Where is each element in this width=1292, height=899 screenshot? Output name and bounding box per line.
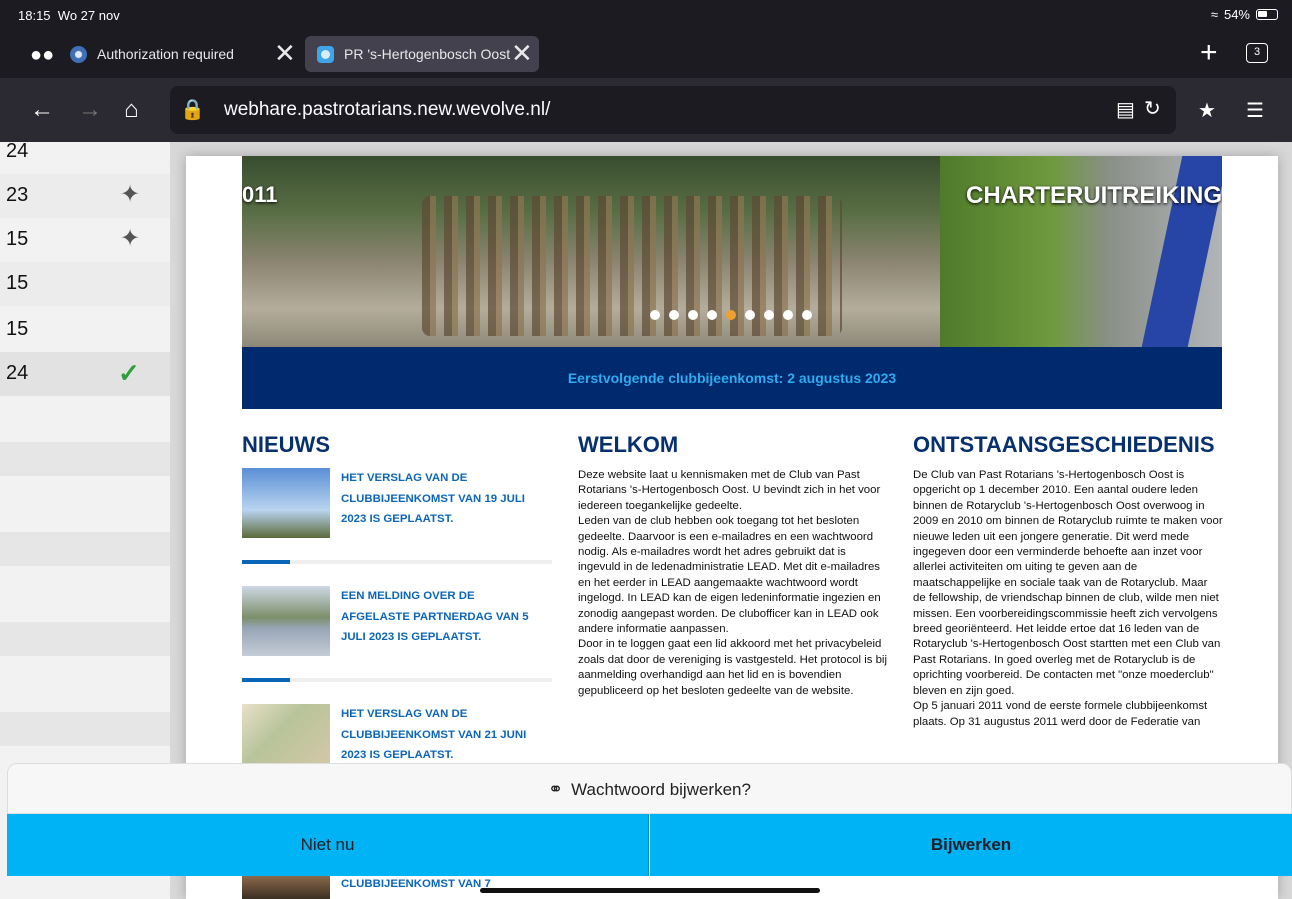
slider-dot[interactable] xyxy=(783,310,793,320)
not-now-button[interactable]: Niet nu xyxy=(7,814,649,876)
history-heading: ONTSTAANSGESCHIEDENIS xyxy=(913,432,1215,457)
news-thumbnail[interactable] xyxy=(242,586,330,656)
row-number: 15 xyxy=(6,318,29,340)
home-icon[interactable]: ⌂ xyxy=(124,96,139,124)
hero-caption-left: 011 xyxy=(242,182,278,207)
news-thumbnail[interactable] xyxy=(242,876,330,899)
close-tab-icon[interactable]: ✕ xyxy=(511,40,533,66)
status-bar: 18:15 Wo 27 nov ≈ 54% xyxy=(0,0,1292,30)
home-indicator[interactable] xyxy=(480,888,820,893)
welcome-heading: WELKOM xyxy=(578,432,679,457)
list-item[interactable]: 24 xyxy=(0,130,170,174)
news-item[interactable]: HET VERSLAG VAN DE CLUBBIJEENKOMST VAN 1… xyxy=(242,468,552,564)
news-title-link[interactable]: HET VERSLAG VAN DE CLUBBIJEENKOMST VAN 2… xyxy=(341,704,546,766)
list-item[interactable]: 15 xyxy=(0,308,170,352)
tab-strip: ●● Authorization required ✕ PR 's-Hertog… xyxy=(0,30,1292,78)
news-title-link[interactable]: EEN MELDING OVER DE AFGELASTE PARTNERDAG… xyxy=(341,586,546,648)
battery-percent: 54% xyxy=(1223,7,1250,22)
key-icon: ⚭ xyxy=(548,779,564,799)
row-number: 23 xyxy=(6,184,29,206)
tab-rotary[interactable]: PR 's-Hertogenbosch Oost ✕ xyxy=(305,36,539,72)
pin-icon[interactable]: ✦ xyxy=(120,180,140,209)
empty-row xyxy=(0,442,170,476)
slider-dot[interactable] xyxy=(669,310,679,320)
tab-count-button[interactable]: 3 xyxy=(1246,43,1268,63)
news-item[interactable]: EEN MELDING OVER DE AFGELASTE PARTNERDAG… xyxy=(242,586,552,682)
close-tab-icon[interactable]: ✕ xyxy=(274,40,296,66)
row-number: 24 xyxy=(6,362,29,384)
news-title-link[interactable]: HET VERSLAG VAN DE CLUBBIJEENKOMST VAN 1… xyxy=(341,468,546,530)
hero-slider[interactable]: 011 CHARTERUITREIKING xyxy=(242,156,1222,347)
menu-icon[interactable]: ☰ xyxy=(1246,98,1264,123)
welcome-paragraph: Door in te loggen gaat een lid akkoord m… xyxy=(578,638,887,697)
wifi-icon: ≈ xyxy=(1210,7,1218,22)
url-bar[interactable]: 🔒 webhare.pastrotarians.new.wevolve.nl/ … xyxy=(170,86,1176,134)
tab-label: Authorization required xyxy=(97,46,234,62)
row-number: 24 xyxy=(6,140,29,162)
history-paragraph: De Club van Past Rotarians 's-Hertogenbo… xyxy=(913,469,1223,697)
browser-toolbar: ← → ⌂ 🔒 webhare.pastrotarians.new.wevolv… xyxy=(0,78,1292,142)
row-number: 15 xyxy=(6,272,29,294)
tab-authorization[interactable]: Authorization required ✕ xyxy=(70,36,300,72)
password-prompt: ⚭ Wachtwoord bijwerken? xyxy=(7,763,1292,814)
slider-dot[interactable] xyxy=(802,310,812,320)
new-tab-icon[interactable]: + xyxy=(1200,36,1218,70)
slider-dot[interactable] xyxy=(745,310,755,320)
battery-icon xyxy=(1256,9,1278,20)
lock-icon[interactable]: 🔒 xyxy=(180,97,205,122)
welcome-column: WELKOM Deze website laat u kennismaken m… xyxy=(578,432,888,699)
list-item[interactable]: 24 ✓ xyxy=(0,352,170,396)
tab-favicon-icon xyxy=(70,45,87,63)
row-number: 15 xyxy=(6,228,29,250)
status-time: 18:15 Wo 27 nov xyxy=(18,8,120,23)
bookmark-star-icon[interactable]: ★ xyxy=(1198,98,1216,123)
next-meeting-banner: Eerstvolgende clubbijeenkomst: 2 augustu… xyxy=(242,347,1222,409)
list-item[interactable]: 15 ✦ xyxy=(0,218,170,262)
slider-dot[interactable] xyxy=(764,310,774,320)
empty-row xyxy=(0,622,170,656)
slider-dot[interactable] xyxy=(650,310,660,320)
update-button[interactable]: Bijwerken xyxy=(650,814,1292,876)
url-text[interactable]: webhare.pastrotarians.new.wevolve.nl/ xyxy=(224,99,550,121)
slider-dots xyxy=(650,310,812,320)
reader-mode-icon[interactable]: ▤ xyxy=(1116,97,1135,122)
news-thumbnail[interactable] xyxy=(242,468,330,538)
forward-arrow-icon[interactable]: → xyxy=(78,96,102,124)
history-column: ONTSTAANSGESCHIEDENIS De Club van Past R… xyxy=(913,432,1223,730)
back-arrow-icon[interactable]: ← xyxy=(30,96,54,124)
private-mask-icon[interactable]: ●● xyxy=(30,44,54,67)
password-update-sheet: ⚭ Wachtwoord bijwerken? Niet nu Bijwerken xyxy=(7,763,1292,876)
news-divider xyxy=(242,678,552,682)
list-item[interactable]: 15 xyxy=(0,262,170,306)
slider-dot[interactable] xyxy=(726,310,736,320)
password-prompt-text: Wachtwoord bijwerken? xyxy=(571,780,751,799)
history-paragraph: Op 5 januari 2011 vond de eerste formele… xyxy=(913,700,1208,728)
list-item[interactable]: 23 ✦ xyxy=(0,174,170,218)
tab-label: PR 's-Hertogenbosch Oost xyxy=(344,46,511,62)
welcome-paragraph: Leden van de club hebben ook toegang tot… xyxy=(578,515,881,636)
status-icons: ≈ 54% xyxy=(1211,7,1278,22)
empty-row xyxy=(0,712,170,746)
tab-favicon-icon xyxy=(317,45,334,63)
news-heading: NIEUWS xyxy=(242,432,330,457)
slider-dot[interactable] xyxy=(707,310,717,320)
slider-dot[interactable] xyxy=(688,310,698,320)
welcome-paragraph: Deze website laat u kennismaken met de C… xyxy=(578,469,881,512)
news-divider xyxy=(242,560,552,564)
hero-caption-right: CHARTERUITREIKING xyxy=(966,182,1222,209)
pin-icon[interactable]: ✦ xyxy=(120,224,140,253)
reload-icon[interactable]: ↻ xyxy=(1144,96,1161,121)
empty-row xyxy=(0,532,170,566)
check-icon: ✓ xyxy=(118,358,140,388)
